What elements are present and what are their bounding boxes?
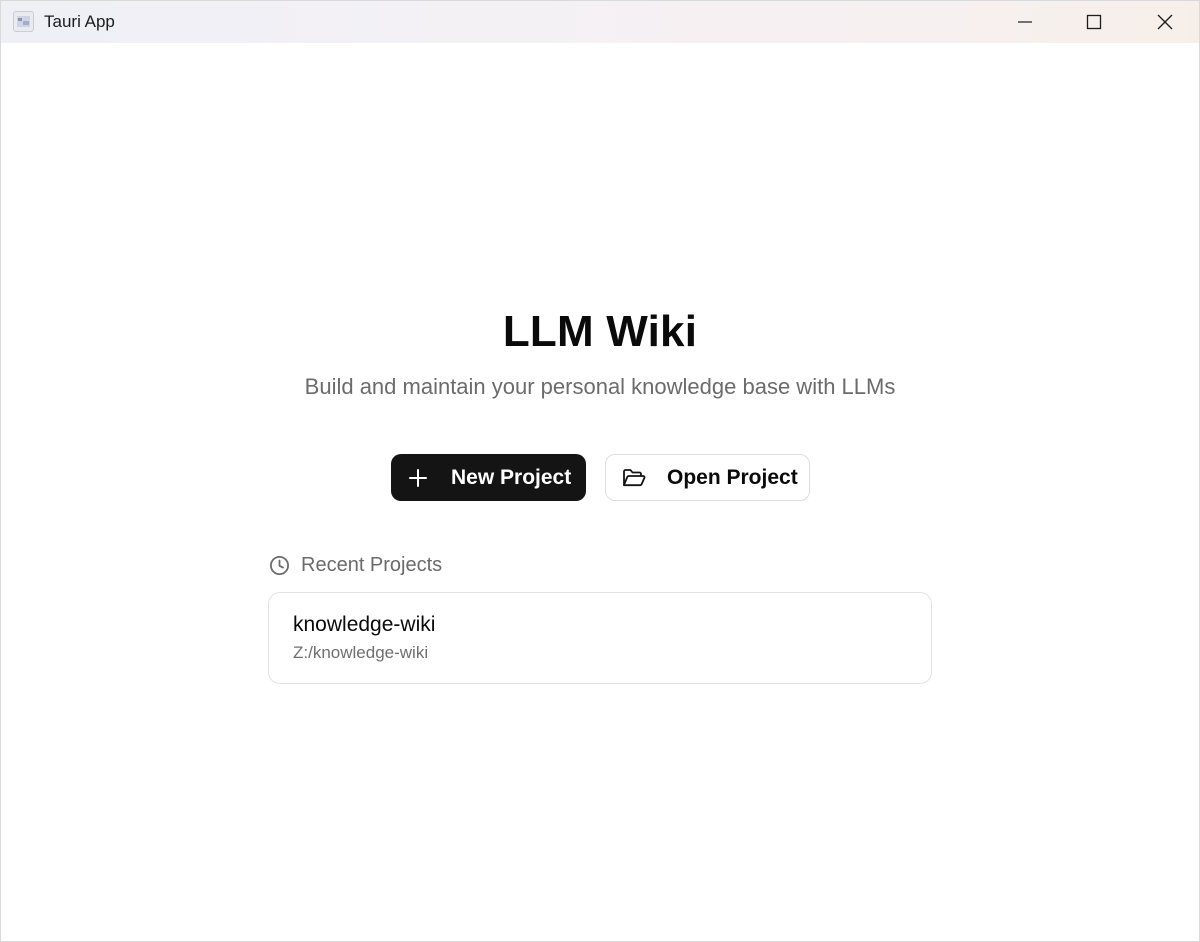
app-icon [13,11,34,32]
minimize-button[interactable] [1002,1,1048,43]
new-project-label: New Project [451,465,572,489]
recent-projects-heading: Recent Projects [301,553,443,576]
page-subtitle: Build and maintain your personal knowled… [304,374,896,399]
welcome-screen: LLM Wiki Build and maintain your persona… [1,43,1199,941]
project-path: Z:/knowledge-wiki [293,643,429,662]
title-bar[interactable]: Tauri App [1,1,1199,43]
close-button[interactable] [1142,1,1188,43]
maximize-icon [1086,14,1102,30]
recent-projects-header: Recent Projects [268,552,442,578]
app-window: Tauri App LLM Wiki Build and maintain yo… [0,0,1200,942]
open-project-button[interactable]: Open Project [605,454,810,501]
close-icon [1157,14,1173,30]
page-title: LLM Wiki [502,307,698,356]
clock-icon [268,554,290,576]
new-project-button[interactable]: New Project [391,454,586,501]
recent-project-item[interactable]: knowledge-wiki Z:/knowledge-wiki [268,592,932,684]
maximize-button[interactable] [1071,1,1117,43]
plus-icon [405,465,431,491]
project-name: knowledge-wiki [293,613,436,636]
minimize-icon [1018,21,1032,23]
folder-open-icon [621,465,647,491]
window-title: Tauri App [44,12,115,31]
open-project-label: Open Project [667,465,798,489]
